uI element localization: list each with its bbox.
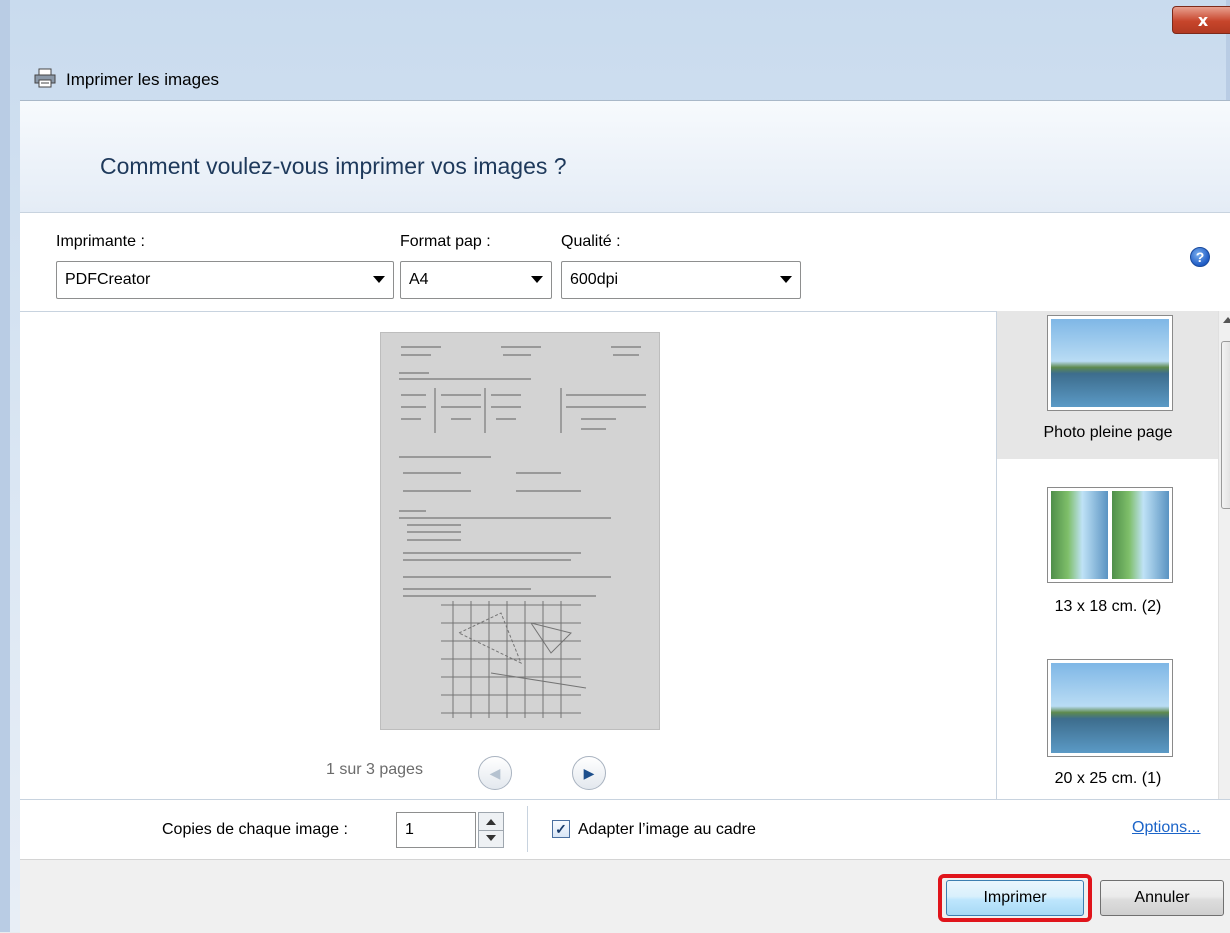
help-icon[interactable]: ? [1190,247,1210,267]
layout-thumbnail [1047,659,1173,757]
layout-item-13x18[interactable]: 13 x 18 cm. (2) [997,481,1219,626]
increment-icon[interactable] [486,819,496,825]
paper-label: Format pap : [400,233,491,250]
chevron-down-icon [531,276,543,283]
fit-image-label[interactable]: Adapter l’image au cadre [578,821,756,839]
landscape-image [1051,491,1108,579]
dialog-body: Comment voulez-vous imprimer vos images … [20,100,1230,933]
paper-select[interactable]: A4 [400,261,552,299]
page-counter: 1 sur 3 pages [326,761,423,778]
landscape-image [1051,319,1169,407]
layout-list: Photo pleine page 13 x 18 cm. (2) 20 x 2… [996,311,1230,799]
chevron-down-icon [780,276,792,283]
paper-select-value: A4 [409,271,429,288]
quality-select[interactable]: 600dpi [561,261,801,299]
header-band: Comment voulez-vous imprimer vos images … [20,101,1230,213]
divider [527,806,528,852]
next-page-button[interactable]: ▶ [572,756,606,790]
landscape-image [1112,491,1169,579]
copies-label: Copies de chaque image : [162,821,348,838]
close-button[interactable]: x [1172,6,1230,34]
layout-label: 13 x 18 cm. (2) [1054,598,1162,615]
document-scan-image [381,333,659,729]
options-bar: Copies de chaque image : ✓ Adapter l’ima… [20,799,1230,859]
layout-item-20x25[interactable]: 20 x 25 cm. (1) [997,651,1219,799]
chevron-right-icon: ▶ [583,764,595,781]
window-frame: x Imprimer les images Comment voulez-vou… [0,0,1230,933]
layout-thumbnail [1047,315,1173,411]
layout-item-full-page[interactable]: Photo pleine page [997,311,1219,459]
chevron-left-icon: ◀ [489,764,501,781]
scrollbar-thumb[interactable] [1221,341,1230,509]
fit-image-checkbox[interactable]: ✓ [552,820,570,838]
scroll-up-icon[interactable] [1223,317,1230,323]
layout-thumbnail [1047,487,1173,583]
copies-stepper[interactable] [478,812,504,848]
stepper-divider [479,830,503,831]
layout-scrollbar[interactable] [1218,311,1230,799]
printer-label: Imprimante : [56,233,145,250]
page-preview-image [380,332,660,730]
printer-select-value: PDFCreator [65,271,151,288]
dialog-footer: Imprimer Annuler [20,859,1230,933]
decrement-icon[interactable] [486,835,496,841]
quality-label: Qualité : [561,233,621,250]
cancel-button[interactable]: Annuler [1100,880,1224,916]
preview-area: 1 sur 3 pages ◀ ▶ [20,311,996,799]
layout-label: 20 x 25 cm. (1) [1054,770,1162,787]
copies-input[interactable] [396,812,476,848]
chevron-down-icon [373,276,385,283]
layout-label: Photo pleine page [1043,424,1173,441]
window-title: Imprimer les images [66,70,220,89]
options-link[interactable]: Options... [1132,819,1200,837]
printer-icon [34,68,56,88]
landscape-image [1051,663,1169,753]
page-title: Comment voulez-vous imprimer vos images … [100,153,567,179]
previous-page-button[interactable]: ◀ [478,756,512,790]
quality-select-value: 600dpi [570,271,619,288]
printer-select[interactable]: PDFCreator [56,261,394,299]
print-button[interactable]: Imprimer [946,880,1084,916]
